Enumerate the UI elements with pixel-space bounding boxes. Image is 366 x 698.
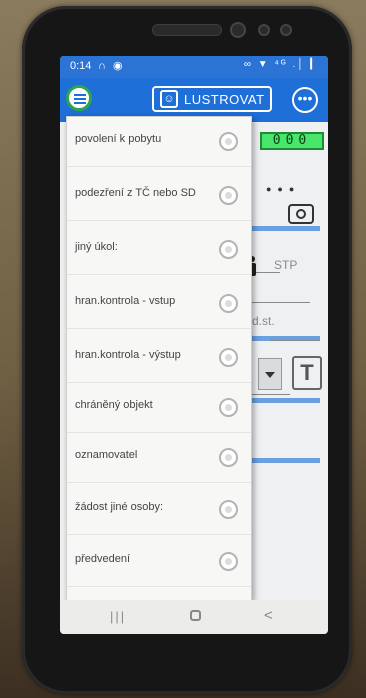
front-camera <box>230 22 246 38</box>
status-bar: 0:14 ∩ ◉ ∞ ▼ ⁴ᴳ .│ ▎ <box>60 56 328 78</box>
menu-button[interactable] <box>66 85 92 111</box>
recent-apps-button[interactable]: ||| <box>110 609 126 624</box>
earpiece-speaker <box>152 24 222 36</box>
front-sensor <box>258 24 270 36</box>
system-status-icons: ∞ ▼ ⁴ᴳ .│ ▎ <box>243 59 320 70</box>
popup-item-label: hran.kontrola - výstup <box>75 349 181 361</box>
reason-popup-menu: povolení k pobytu podezření z TČ nebo SD… <box>66 116 252 602</box>
status-time: 0:14 <box>70 60 92 72</box>
phone-screen: 0:14 ∩ ◉ ∞ ▼ ⁴ᴳ .│ ▎ ☺ LUSTROVAT ••• ●●●… <box>60 56 328 634</box>
popup-item[interactable]: podezření z TČ nebo SD <box>67 171 251 221</box>
radio-button[interactable] <box>219 348 238 367</box>
home-button[interactable] <box>190 610 201 621</box>
radio-button[interactable] <box>219 398 238 417</box>
radio-button[interactable] <box>219 448 238 467</box>
popup-item-label: podezření z TČ nebo SD <box>75 187 196 199</box>
field-underline <box>250 394 290 395</box>
menu-icon <box>74 94 86 104</box>
notification-icons: ∩ ◉ <box>98 60 125 72</box>
android-nav-bar: ||| < <box>60 600 328 634</box>
dropdown-toggle[interactable] <box>258 358 282 390</box>
more-options-button[interactable]: ••• <box>292 87 318 113</box>
camera-icon[interactable] <box>288 204 314 224</box>
back-button[interactable]: < <box>264 607 273 624</box>
person-card-icon: ☺ <box>160 90 178 108</box>
popup-item-label: hran.kontrola - vstup <box>75 295 176 307</box>
popup-item[interactable]: hran.kontrola - vstup <box>67 279 251 329</box>
popup-item[interactable]: povolení k pobytu <box>67 117 251 167</box>
counter-display: 000 <box>260 132 324 150</box>
popup-item-label: povolení k pobytu <box>75 133 162 145</box>
category-icons: ●●● <box>266 184 301 194</box>
popup-item-label: chráněný objekt <box>75 399 153 411</box>
radio-button[interactable] <box>219 500 238 519</box>
radio-button[interactable] <box>219 132 238 151</box>
dst-field[interactable]: d.st. <box>252 314 275 328</box>
popup-item[interactable]: chráněný objekt <box>67 383 251 433</box>
field-underline <box>270 340 320 341</box>
popup-item[interactable]: oznamovatel <box>67 433 251 483</box>
popup-item[interactable]: předvedení <box>67 537 251 587</box>
popup-item-label: jiný úkol: <box>75 241 118 253</box>
radio-button[interactable] <box>219 186 238 205</box>
popup-item[interactable]: hran.kontrola - výstup <box>67 333 251 383</box>
popup-item-label: žádost jiné osoby: <box>75 501 164 513</box>
lustrovat-label: LUSTROVAT <box>184 92 265 107</box>
popup-item[interactable]: jiný úkol: <box>67 225 251 275</box>
text-button[interactable]: T <box>292 356 322 390</box>
lustrovat-button[interactable]: ☺ LUSTROVAT <box>152 86 272 112</box>
stp-field[interactable]: STP <box>274 258 297 272</box>
radio-button[interactable] <box>219 552 238 571</box>
field-underline <box>250 302 310 303</box>
radio-button[interactable] <box>219 240 238 259</box>
popup-item-label: předvedení <box>75 553 131 565</box>
front-sensor <box>280 24 292 36</box>
radio-button[interactable] <box>219 294 238 313</box>
popup-item[interactable]: žádost jiné osoby: <box>67 485 251 535</box>
popup-item-label: oznamovatel <box>75 449 138 461</box>
more-icon: ••• <box>297 90 313 106</box>
